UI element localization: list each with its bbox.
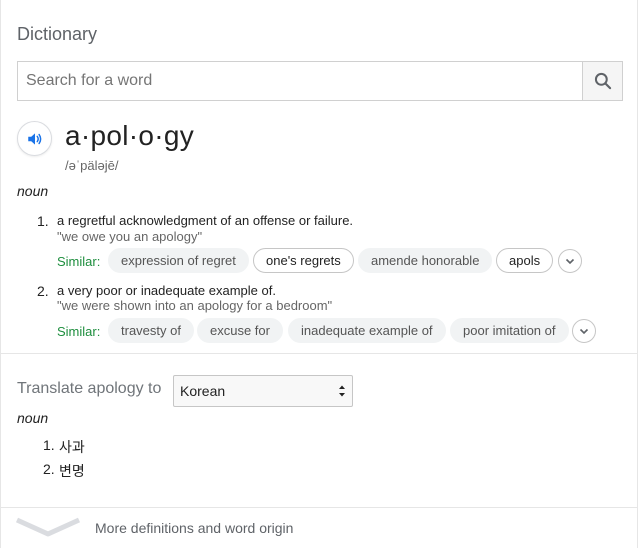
language-select[interactable]: Korean [173, 375, 353, 407]
more-definitions-link[interactable]: More definitions and word origin [95, 520, 293, 536]
similar-chip[interactable]: poor imitation of [450, 318, 569, 343]
pronounce-button[interactable] [17, 121, 52, 156]
definition-example: "we were shown into an apology for a bed… [57, 298, 333, 313]
definition-text: a very poor or inadequate example of. [57, 283, 276, 298]
definition-example: "we owe you an apology" [57, 229, 203, 244]
expand-chevron-icon[interactable] [15, 516, 81, 538]
chevron-down-icon [579, 328, 589, 335]
more-similar-button[interactable] [572, 319, 596, 343]
similar-chip[interactable]: apols [496, 248, 554, 273]
similar-chip[interactable]: excuse for [197, 318, 283, 343]
definition-number: 2. [37, 283, 49, 299]
translation-text: 사과 [59, 439, 85, 455]
similar-label: Similar: [57, 324, 101, 339]
similar-chip[interactable]: expression of regret [108, 248, 249, 273]
similar-chip[interactable]: one's regrets [253, 248, 354, 273]
definition-text: a regretful acknowledgment of an offense… [57, 213, 354, 228]
translation-number: 1. [43, 437, 55, 453]
chevron-down-icon [565, 258, 575, 265]
language-select-value: Korean [180, 383, 226, 399]
similar-chip[interactable]: amende honorable [358, 248, 493, 273]
translation-number: 2. [43, 461, 55, 477]
translation-text: 변명 [59, 463, 85, 479]
search-icon [594, 72, 611, 90]
search-input[interactable] [18, 62, 583, 100]
divider [1, 353, 638, 354]
part-of-speech: noun [17, 183, 49, 199]
search-box [17, 61, 623, 101]
headword: a·pol·o·gy [65, 120, 195, 151]
phonetic: /əˈpäləjē/ [65, 158, 119, 173]
similar-chip[interactable]: travesty of [108, 318, 194, 343]
speaker-icon [27, 132, 41, 145]
similar-chip[interactable]: inadequate example of [288, 318, 446, 343]
card-title: Dictionary [17, 24, 98, 44]
more-similar-button[interactable] [558, 249, 582, 273]
search-button[interactable] [582, 62, 622, 100]
translation-part-of-speech: noun [17, 410, 49, 426]
similar-label: Similar: [57, 254, 101, 269]
divider [1, 507, 638, 508]
select-arrows-icon [339, 385, 345, 397]
translate-label: Translate apology to [17, 380, 162, 397]
dictionary-card: Dictionary a·pol·o·gy /əˈpäləjē/ noun 1.… [0, 0, 638, 548]
definition-number: 1. [37, 213, 49, 229]
